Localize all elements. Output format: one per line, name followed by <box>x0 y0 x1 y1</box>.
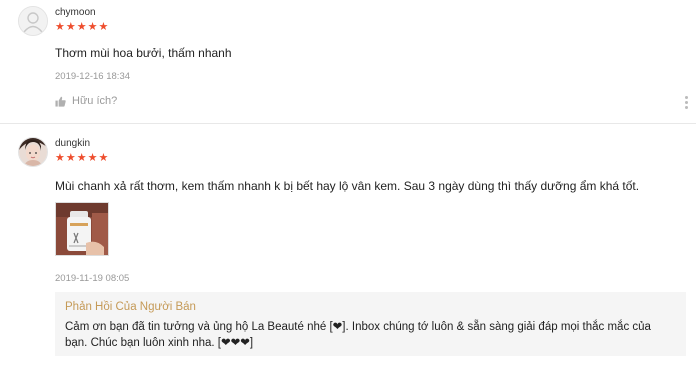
rating-stars: ★★★★★ <box>55 152 110 164</box>
review-username[interactable]: chymoon <box>55 7 96 18</box>
avatar[interactable] <box>18 137 48 167</box>
review-content: Thơm mùi hoa bưởi, thấm nhanh <box>55 46 232 60</box>
review-timestamp: 2019-12-16 18:34 <box>55 71 131 82</box>
seller-reply-title: Phản Hồi Của Người Bán <box>65 301 196 313</box>
rating-stars: ★★★★★ <box>55 21 110 33</box>
user-icon <box>19 7 47 35</box>
seller-reply: Phản Hồi Của Người Bán Cảm ơn bạn đã tin… <box>55 292 686 356</box>
helpful-button[interactable]: Hữu ích? <box>55 95 117 107</box>
review-username[interactable]: dungkin <box>55 138 90 149</box>
review-timestamp: 2019-11-19 08:05 <box>55 273 130 284</box>
helpful-label: Hữu ích? <box>72 95 118 107</box>
user-photo-icon <box>19 138 47 166</box>
thumbs-up-icon <box>55 96 66 107</box>
more-options-button[interactable] <box>685 96 688 111</box>
more-vertical-icon <box>685 96 688 99</box>
product-photo-icon <box>56 203 108 255</box>
review-divider <box>0 123 696 124</box>
avatar[interactable] <box>18 6 48 36</box>
review-content: Mùi chanh xả rất thơm, kem thấm nhanh k … <box>55 179 640 193</box>
seller-reply-text: Cảm ơn bạn đã tin tưởng và ủng hộ La Bea… <box>65 321 651 349</box>
review-image-thumbnail[interactable] <box>55 202 109 256</box>
